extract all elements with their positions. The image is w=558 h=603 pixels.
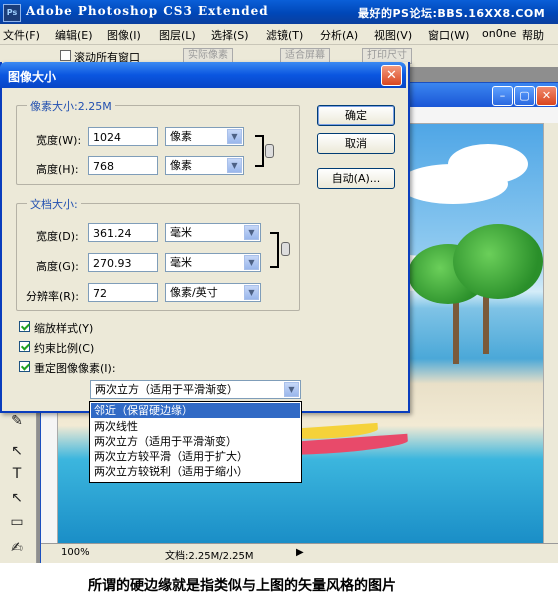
vertical-scrollbar[interactable] — [543, 123, 558, 543]
pixel-height-unit-value: 像素 — [170, 159, 192, 172]
ok-button[interactable]: 确定 — [317, 105, 395, 126]
resolution-unit-select[interactable]: 像素/英寸 ▼ — [165, 283, 261, 302]
pixel-height-unit-select[interactable]: 像素 ▼ — [165, 156, 244, 175]
constrain-proportions-label: 约束比例(C) — [34, 342, 95, 355]
minimize-icon[interactable]: – — [492, 86, 513, 106]
menu-filter[interactable]: 滤镜(T) — [266, 27, 303, 43]
pixel-width-unit-select[interactable]: 像素 ▼ — [165, 127, 244, 146]
notes-tool-icon[interactable]: ✍ — [8, 539, 26, 557]
maximize-icon[interactable]: ▢ — [514, 86, 535, 106]
pixel-width-label: 宽度(W): — [36, 134, 82, 147]
path-select-tool-icon[interactable]: ↖ — [8, 442, 26, 460]
rectangle-tool-icon[interactable]: ▭ — [8, 513, 26, 531]
menu-layer[interactable]: 图层(L) — [159, 27, 196, 43]
dropdown-option[interactable]: 邻近（保留硬边缘） — [91, 403, 300, 418]
resolution-input[interactable]: 72 — [88, 283, 158, 302]
dialog-close-icon[interactable]: ✕ — [381, 65, 402, 86]
doc-height-input[interactable]: 270.93 — [88, 253, 158, 272]
document-size: 文档:2.25M/2.25M — [165, 551, 254, 562]
status-bar: 100% 文档:2.25M/2.25M ▶ — [41, 543, 558, 564]
auto-button[interactable]: 自动(A)... — [317, 168, 395, 189]
doc-width-label: 宽度(D): — [36, 230, 79, 243]
photoshop-logo-icon: Ps — [3, 4, 21, 22]
menu-edit[interactable]: 编辑(E) — [55, 27, 93, 43]
chain-link-icon — [265, 144, 274, 158]
doc-width-unit-select[interactable]: 毫米 ▼ — [165, 223, 261, 242]
doc-height-unit-select[interactable]: 毫米 ▼ — [165, 253, 261, 272]
pixel-width-input[interactable]: 1024 — [88, 127, 158, 146]
image-size-dialog: 图像大小 ✕ 像素大小:2.25M 宽度(W): 1024 像素 ▼ 高度(H)… — [0, 62, 410, 413]
watermark-text: 最好的PS论坛:BBS.16XX8.COM — [358, 7, 546, 20]
cloud — [448, 144, 528, 184]
dropdown-option[interactable]: 两次线性 — [91, 419, 300, 434]
menu-image[interactable]: 图像(I) — [107, 27, 141, 43]
constrain-proportions-checkbox[interactable] — [19, 341, 30, 352]
chain-link-icon — [281, 242, 290, 256]
doc-link-bracket — [270, 232, 279, 268]
dropdown-option[interactable]: 两次立方较锐利（适用于缩小） — [91, 464, 300, 479]
dropdown-option[interactable]: 两次立方（适用于平滑渐变） — [91, 434, 300, 449]
resolution-unit-value: 像素/英寸 — [170, 286, 218, 299]
dialog-title-bar: 图像大小 ✕ — [0, 62, 406, 88]
dialog-title: 图像大小 — [8, 70, 57, 84]
doc-height-label: 高度(G): — [36, 260, 79, 273]
pixel-width-unit-value: 像素 — [170, 130, 192, 143]
chevron-down-icon: ▼ — [227, 129, 242, 144]
doc-width-input[interactable]: 361.24 — [88, 223, 158, 242]
menu-file[interactable]: 文件(F) — [3, 27, 40, 43]
menu-bar: 文件(F) 编辑(E) 图像(I) 图层(L) 选择(S) 滤镜(T) 分析(A… — [0, 24, 558, 56]
caption-text: 所谓的硬边缘就是指类似与上图的矢量风格的图片 — [88, 578, 396, 594]
pixel-dimensions-title: 像素大小:2.25M — [27, 98, 115, 114]
pixel-height-input[interactable]: 768 — [88, 156, 158, 175]
type-tool-icon[interactable]: T — [8, 465, 26, 483]
menu-analysis[interactable]: 分析(A) — [320, 27, 358, 43]
scroll-all-windows-checkbox[interactable] — [60, 50, 71, 61]
menu-window[interactable]: 窗口(W) — [428, 27, 469, 43]
chevron-down-icon: ▼ — [244, 225, 259, 240]
scale-styles-label: 缩放样式(Y) — [34, 322, 94, 335]
scale-styles-checkbox[interactable] — [19, 321, 30, 332]
palm-foliage — [453, 224, 543, 299]
status-menu-arrow-icon[interactable]: ▶ — [296, 547, 304, 558]
resample-label: 重定图像像素(I): — [34, 362, 116, 375]
resample-method-value: 两次立方（适用于平滑渐变） — [95, 383, 238, 396]
menu-select[interactable]: 选择(S) — [211, 27, 249, 43]
resample-dropdown-list: 邻近（保留硬边缘） 两次线性 两次立方（适用于平滑渐变） 两次立方较平滑（适用于… — [89, 401, 302, 483]
dropdown-option[interactable]: 两次立方较平滑（适用于扩大） — [91, 449, 300, 464]
pixel-height-label: 高度(H): — [36, 163, 79, 176]
cancel-button[interactable]: 取消 — [317, 133, 395, 154]
resample-method-select[interactable]: 两次立方（适用于平滑渐变） ▼ — [90, 380, 301, 399]
chevron-down-icon: ▼ — [244, 255, 259, 270]
pixel-link-bracket — [255, 135, 264, 167]
menu-view[interactable]: 视图(V) — [374, 27, 412, 43]
close-icon[interactable]: ✕ — [536, 86, 557, 106]
app-title: Adobe Photoshop CS3 Extended — [26, 4, 269, 18]
direct-select-tool-icon[interactable]: ↖ — [8, 489, 26, 507]
chevron-down-icon: ▼ — [244, 285, 259, 300]
app-title-bar: Ps Adobe Photoshop CS3 Extended 最好的PS论坛:… — [0, 0, 558, 24]
doc-height-unit-value: 毫米 — [170, 256, 192, 269]
zoom-level[interactable]: 100% — [61, 547, 90, 558]
resample-checkbox[interactable] — [19, 361, 30, 372]
chevron-down-icon: ▼ — [227, 158, 242, 173]
smudge-tool-icon[interactable]: ✎ — [8, 412, 26, 430]
caption-area: 所谓的硬边缘就是指类似与上图的矢量风格的图片 — [0, 563, 558, 603]
resolution-label: 分辨率(R): — [26, 290, 79, 303]
doc-width-unit-value: 毫米 — [170, 226, 192, 239]
menu-onone[interactable]: on0ne — [482, 27, 516, 40]
chevron-down-icon: ▼ — [284, 382, 299, 397]
document-size-title: 文档大小: — [27, 196, 81, 212]
